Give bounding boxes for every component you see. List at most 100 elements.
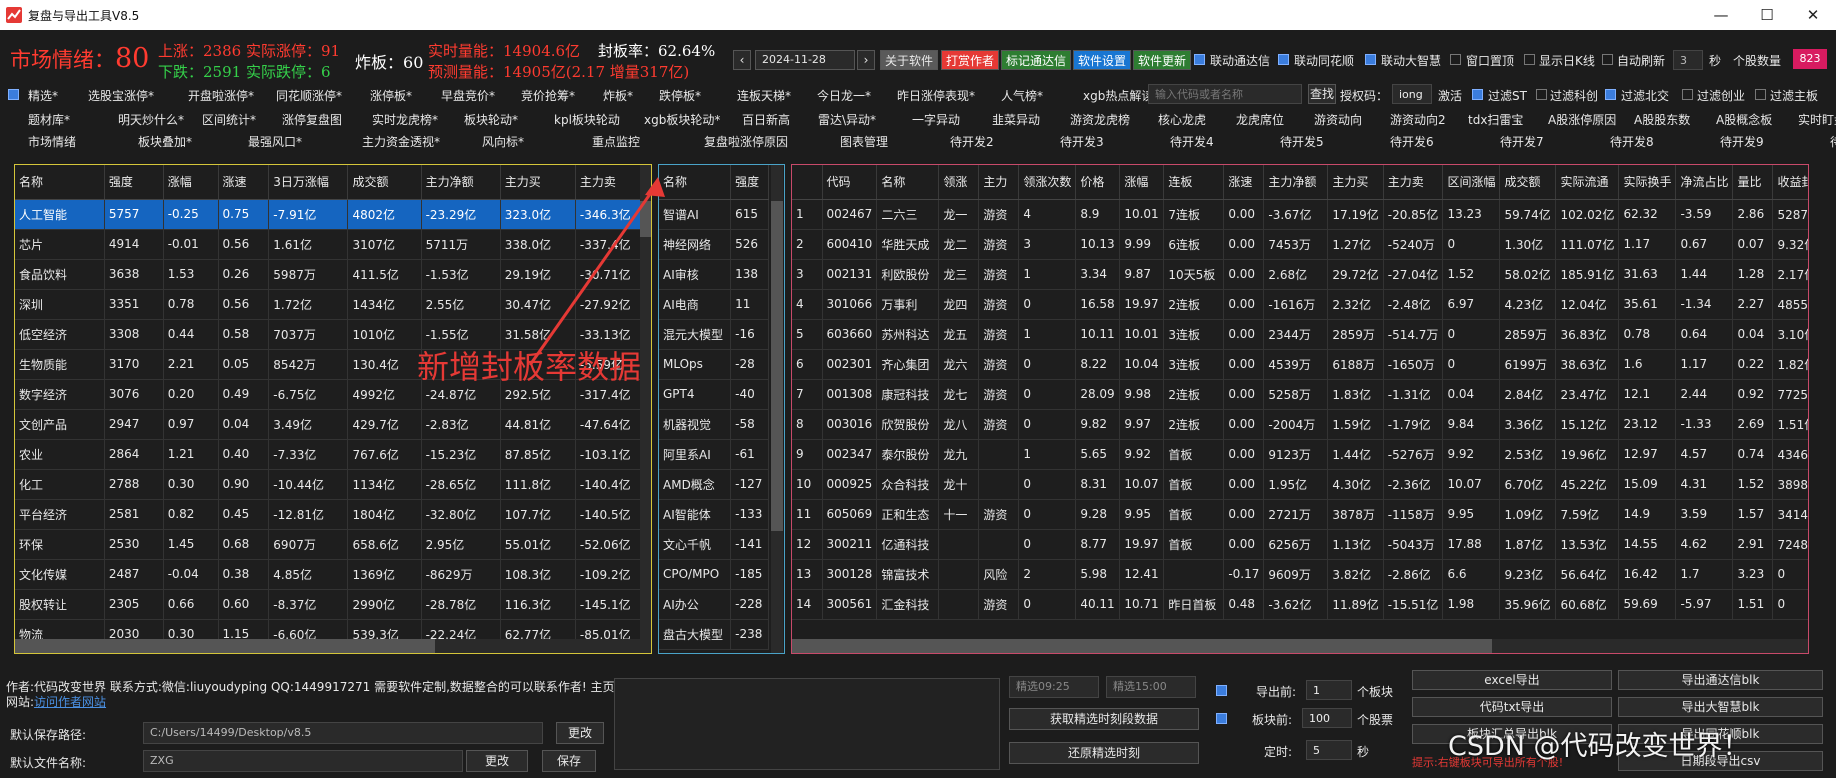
- sector-col-header[interactable]: 成交额: [347, 165, 422, 200]
- maximize-button[interactable]: ☐: [1744, 0, 1790, 30]
- toolbar2-item[interactable]: 涨停复盘图: [282, 111, 342, 128]
- stock-col-header[interactable]: 代码: [822, 165, 878, 200]
- toolbar1-item[interactable]: 昨日涨停表现*: [897, 87, 975, 104]
- toolbar2-item[interactable]: tdx扫雷宝: [1468, 111, 1523, 128]
- change-name-button[interactable]: 更改: [466, 750, 528, 772]
- filter-kc-checkbox[interactable]: [1536, 89, 1547, 100]
- timer-input[interactable]: 5: [1306, 740, 1352, 760]
- stock-col-header[interactable]: 实际换手: [1618, 165, 1677, 200]
- toolbar3-item[interactable]: 待开发6: [1390, 133, 1434, 150]
- toolbar2-item[interactable]: 明天炒什么*: [118, 111, 184, 128]
- change-path-button[interactable]: 更改: [556, 722, 604, 744]
- stock-col-header[interactable]: 主力: [978, 165, 1020, 200]
- toolbar1-item[interactable]: 开盘啦涨停*: [188, 87, 254, 104]
- search-input[interactable]: 输入代码或者名称: [1148, 84, 1302, 104]
- filter-bj-checkbox[interactable]: [1605, 89, 1616, 100]
- toolbar1-item[interactable]: 同花顺涨停*: [276, 87, 342, 104]
- toolbar2-item[interactable]: kpl板块轮动: [554, 111, 620, 128]
- sector-col-header[interactable]: 强度: [104, 165, 164, 200]
- stock-row[interactable]: 1 002467 二六三 龙一 游资 4 8.9 10.01 7连板 0.00 -3.67亿 17.1…: [792, 199, 1808, 230]
- toolbar3-item[interactable]: 重点监控: [592, 133, 640, 150]
- save-button[interactable]: 保存: [542, 750, 596, 772]
- activate-label[interactable]: 激活: [1438, 87, 1462, 104]
- toolbar3-item[interactable]: 待开发7: [1500, 133, 1544, 150]
- concept-row[interactable]: GPT4 -40: [659, 379, 769, 410]
- pick-1500-input[interactable]: 精选15:00: [1106, 676, 1196, 698]
- stock-row[interactable]: 6 002301 齐心集团 龙六 游资 0 8.22 10.04 3连板 0.00 4539万 618…: [792, 349, 1808, 380]
- stock-row[interactable]: 5 603660 苏州科达 龙五 游资 1 10.11 10.01 3连板 0.00 2344万 28…: [792, 319, 1808, 350]
- toolbar2-item[interactable]: 游资动向: [1314, 111, 1362, 128]
- sector-col-header[interactable]: 涨幅: [163, 165, 219, 200]
- window-top-checkbox[interactable]: [1450, 54, 1461, 65]
- tdx-export-button[interactable]: 导出通达信blk: [1618, 670, 1823, 690]
- toolbar2-item[interactable]: 百日新高: [742, 111, 790, 128]
- toolbar2-item[interactable]: A股股东数: [1634, 111, 1690, 128]
- code-txt-export-button[interactable]: 代码txt导出: [1412, 697, 1612, 717]
- about-button[interactable]: 关于软件: [880, 50, 939, 70]
- auth-input[interactable]: iong: [1392, 84, 1432, 104]
- toolbar3-item[interactable]: 板块叠加*: [138, 133, 192, 150]
- filter-cy-checkbox[interactable]: [1682, 89, 1693, 100]
- toolbar1-item[interactable]: 竞价抢筹*: [521, 87, 575, 104]
- toolbar2-item[interactable]: 雷达\异动*: [818, 111, 876, 128]
- stock-col-header[interactable]: 价格: [1075, 165, 1121, 200]
- excel-export-button[interactable]: excel导出: [1412, 670, 1612, 690]
- get-pick-data-button[interactable]: 获取精选时刻段数据: [1009, 708, 1199, 730]
- sector-row[interactable]: 环保 2530 1.45 0.68 6907万 658.6亿 2.95亿 55.01亿 -52.…: [15, 529, 646, 560]
- toolbar3-item[interactable]: 待开发3: [1060, 133, 1104, 150]
- stock-col-header[interactable]: 实际流通: [1555, 165, 1620, 200]
- toolbar1-item[interactable]: 选股宝涨停*: [88, 87, 154, 104]
- prev-date-button[interactable]: ‹: [733, 50, 751, 70]
- concept-row[interactable]: AI办公 -228: [659, 589, 769, 620]
- tip-button[interactable]: 打赏作者: [941, 50, 1000, 70]
- stock-col-header[interactable]: 区间涨幅: [1442, 165, 1501, 200]
- refresh-interval-input[interactable]: 3: [1673, 50, 1703, 70]
- stock-col-header[interactable]: 主力净额: [1263, 165, 1329, 200]
- toolbar2-item[interactable]: 实时盯盘: [1798, 111, 1836, 128]
- toolbar2-item[interactable]: 一字异动: [912, 111, 960, 128]
- restore-pick-button[interactable]: 还原精选时刻: [1009, 742, 1199, 764]
- toolbar2-item[interactable]: A股概念板: [1716, 111, 1772, 128]
- sector-row[interactable]: 平台经济 2581 0.82 0.45 -12.81亿 1804亿 -32.80亿 107.7…: [15, 499, 646, 530]
- toolbar3-item[interactable]: 待开发9: [1720, 133, 1764, 150]
- close-button[interactable]: ✕: [1790, 0, 1836, 30]
- link-tdx-checkbox[interactable]: [1194, 54, 1205, 65]
- toolbar2-item[interactable]: 板块轮动*: [464, 111, 518, 128]
- toolbar1-item[interactable]: 连板天梯*: [737, 87, 791, 104]
- stock-col-header[interactable]: 净流占比: [1675, 165, 1734, 200]
- pick-checkbox[interactable]: [8, 89, 19, 100]
- stock-row[interactable]: 11 605069 正和生态 十一 游资 0 9.28 9.95 首板 0.00 2721万 3878…: [792, 499, 1808, 530]
- site-link[interactable]: 访问作者网站: [34, 695, 106, 709]
- stock-row[interactable]: 9 002347 泰尔股份 龙九 1 5.65 9.92 首板 0.00 9123万 1.44亿 -5…: [792, 439, 1808, 470]
- block-before-input[interactable]: 100: [1302, 708, 1352, 728]
- export-before-input[interactable]: 1: [1306, 680, 1352, 700]
- sector-hscroll[interactable]: [15, 639, 640, 653]
- sector-col-header[interactable]: 名称: [15, 165, 105, 200]
- stock-col-header[interactable]: 主力卖: [1383, 165, 1444, 200]
- stock-col-header[interactable]: 领涨次数: [1018, 165, 1077, 200]
- sector-row[interactable]: 股权转让 2305 0.66 0.60 -8.37亿 2990亿 -28.78亿 116.3亿…: [15, 589, 646, 620]
- show-kline-checkbox[interactable]: [1524, 54, 1535, 65]
- pick-0925-input[interactable]: 精选09:25: [1009, 676, 1099, 698]
- link-dzh-checkbox[interactable]: [1365, 54, 1376, 65]
- toolbar2-item[interactable]: 实时龙虎榜*: [372, 111, 438, 128]
- stock-row[interactable]: 4 301066 万事利 龙四 游资 0 16.58 19.97 2连板 0.00 -1616万 2.…: [792, 289, 1808, 320]
- toolbar2-item[interactable]: A股涨停原因: [1548, 111, 1616, 128]
- concept-row[interactable]: CPO/MPO -185: [659, 559, 769, 590]
- update-button[interactable]: 软件更新: [1133, 50, 1192, 70]
- toolbar1-item[interactable]: 跌停板*: [659, 87, 701, 104]
- toolbar3-item[interactable]: 待开发8: [1610, 133, 1654, 150]
- concept-col-header[interactable]: 强度: [730, 165, 769, 200]
- concept-row[interactable]: 盘古大模型 -238: [659, 619, 769, 650]
- stock-row[interactable]: 13 300128 锦富技术 风险 2 5.98 12.41 -0.17 9609万 3.82亿 -…: [792, 559, 1808, 590]
- stock-row[interactable]: 8 003016 欣贺股份 龙八 游资 0 9.82 9.97 2连板 0.00 -2004万 1.5…: [792, 409, 1808, 440]
- concept-vscroll[interactable]: [771, 165, 783, 653]
- toolbar3-item[interactable]: 待开发2: [950, 133, 994, 150]
- next-date-button[interactable]: ›: [857, 50, 875, 70]
- stock-row[interactable]: 10 000925 众合科技 龙十 0 8.31 10.07 首板 0.00 1.95亿 4.30亿…: [792, 469, 1808, 500]
- stock-col-header[interactable]: 成交额: [1499, 165, 1557, 200]
- mark-tdx-button[interactable]: 标记通达信: [1001, 50, 1072, 70]
- toolbar3-item[interactable]: 图表管理: [840, 133, 888, 150]
- block-before-checkbox[interactable]: [1216, 713, 1227, 724]
- toolbar2-item[interactable]: 游资动向2: [1390, 111, 1446, 128]
